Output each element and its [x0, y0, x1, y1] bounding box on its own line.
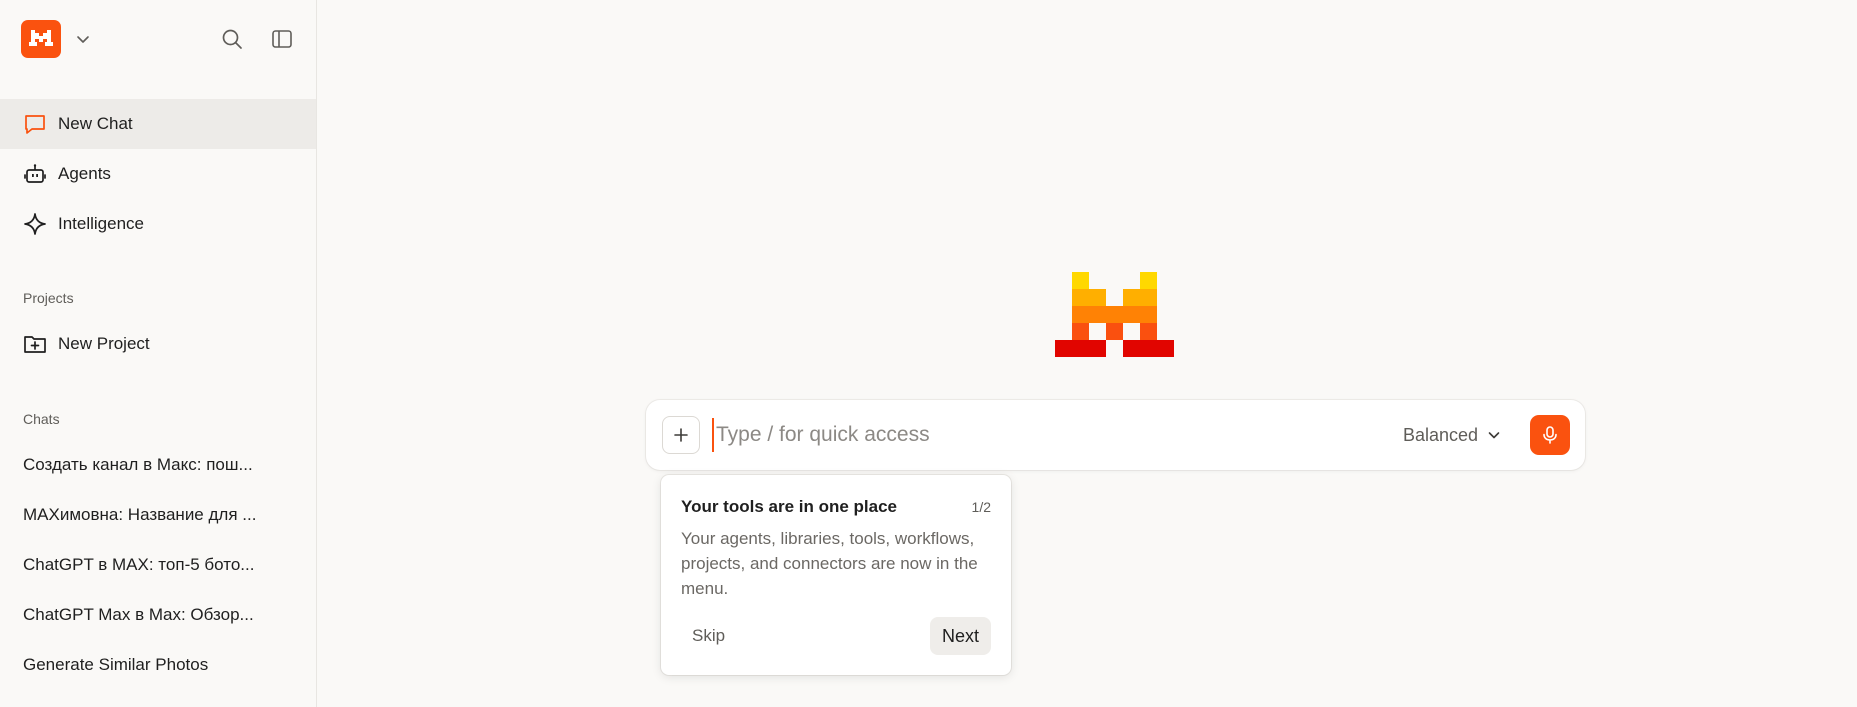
robot-icon: [23, 162, 47, 186]
new-project-label: New Project: [58, 334, 150, 353]
tour-description: Your agents, libraries, tools, workflows…: [681, 529, 978, 598]
microphone-icon: [1543, 426, 1557, 444]
sidebar-item-intelligence[interactable]: Intelligence: [0, 199, 316, 249]
sidebar-item-new-chat[interactable]: New Chat: [0, 99, 316, 149]
logo-button[interactable]: [21, 20, 61, 58]
chat-list-item[interactable]: MAXимовна: Название для ...: [23, 505, 293, 525]
mistral-logo-icon: [29, 30, 53, 46]
sidebar: New Chat Agents Intelligence Projects Ne…: [0, 0, 317, 707]
voice-input-button[interactable]: [1530, 415, 1570, 455]
chat-list-item[interactable]: Создать канал в Макс: пош...: [23, 455, 293, 475]
chats-section-label: Chats: [23, 411, 60, 427]
feature-tour-popover: Your tools are in one place 1/2 Your age…: [661, 475, 1011, 675]
sidebar-item-label: Intelligence: [58, 214, 145, 233]
next-button[interactable]: Next: [929, 617, 991, 655]
chat-list-item[interactable]: Generate Similar Photos: [23, 655, 293, 675]
chevron-down-icon: [1487, 428, 1501, 442]
skip-button[interactable]: Skip: [681, 618, 736, 654]
sparkle-icon: [23, 212, 47, 236]
sidebar-item-label: Agents: [58, 164, 111, 183]
chevron-down-icon: [77, 36, 89, 43]
folder-plus-icon: [23, 332, 47, 356]
toggle-sidebar-button[interactable]: [270, 27, 294, 51]
sidebar-item-agents[interactable]: Agents: [0, 149, 316, 199]
mode-selector[interactable]: Balanced: [1403, 422, 1501, 448]
prompt-composer: Balanced: [646, 400, 1585, 470]
search-icon: [222, 29, 242, 49]
tour-step-counter: 1/2: [971, 499, 991, 515]
tour-title: Your tools are in one place: [681, 497, 898, 516]
sidebar-panel-icon: [272, 30, 292, 48]
plus-icon: [674, 428, 688, 442]
chat-list-item[interactable]: ChatGPT Max в Max: Обзор...: [23, 605, 293, 625]
chat-bubble-icon: [23, 112, 47, 136]
prompt-input[interactable]: [712, 418, 1312, 452]
mistral-hero-logo: [1055, 272, 1174, 357]
chat-list-item[interactable]: ChatGPT в MAX: топ-5 бото...: [23, 555, 293, 575]
workspace-menu-button[interactable]: [73, 29, 93, 49]
search-button[interactable]: [220, 27, 244, 51]
sidebar-item-label: New Chat: [58, 114, 133, 133]
add-attachment-button[interactable]: [662, 416, 700, 454]
new-project-button[interactable]: New Project: [0, 319, 316, 369]
projects-section-label: Projects: [23, 290, 74, 306]
mode-label: Balanced: [1403, 424, 1479, 445]
